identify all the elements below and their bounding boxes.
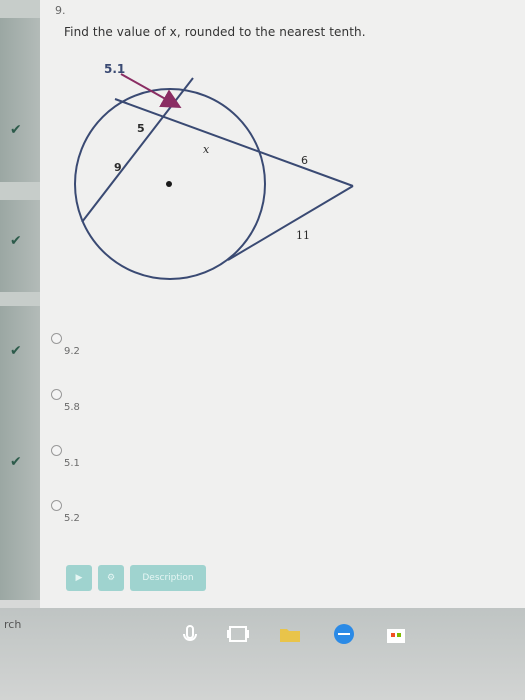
taskbar: rch	[0, 608, 525, 700]
play-button[interactable]: ▶	[66, 565, 92, 591]
secant-line	[114, 98, 354, 187]
tangent-line	[227, 185, 354, 261]
center-point	[166, 181, 172, 187]
label-seg-6: 6	[301, 154, 308, 167]
label-top-value: 5.1	[104, 62, 125, 76]
label-seg-5: 5	[137, 122, 145, 135]
microphone-icon[interactable]	[178, 622, 202, 646]
check-icon: ✔	[10, 343, 22, 359]
check-icon: ✔	[10, 454, 22, 470]
option-radio-2[interactable]	[51, 389, 62, 400]
gear-icon: ⚙	[106, 573, 116, 583]
label-seg-9: 9	[114, 161, 122, 174]
edge-browser-icon[interactable]	[332, 622, 356, 646]
folder-icon[interactable]	[278, 622, 302, 646]
label-seg-x: x	[203, 143, 210, 156]
option-label-4: 5.2	[64, 513, 80, 524]
option-label-2: 5.8	[64, 402, 80, 413]
search-hint[interactable]: rch	[4, 618, 21, 631]
option-radio-3[interactable]	[51, 445, 62, 456]
settings-button[interactable]: ⚙	[98, 565, 124, 591]
option-label-1: 9.2	[64, 346, 80, 357]
geometry-figure: 5.1 5 9 x 6 11	[74, 62, 354, 280]
play-icon: ▶	[75, 573, 83, 583]
option-radio-1[interactable]	[51, 333, 62, 344]
option-label-3: 5.1	[64, 458, 80, 469]
label-seg-11: 11	[296, 229, 310, 242]
chord-line	[81, 77, 194, 223]
description-button[interactable]: Description	[130, 565, 206, 591]
store-icon[interactable]	[384, 622, 408, 646]
task-view-icon[interactable]	[226, 622, 250, 646]
option-radio-4[interactable]	[51, 500, 62, 511]
